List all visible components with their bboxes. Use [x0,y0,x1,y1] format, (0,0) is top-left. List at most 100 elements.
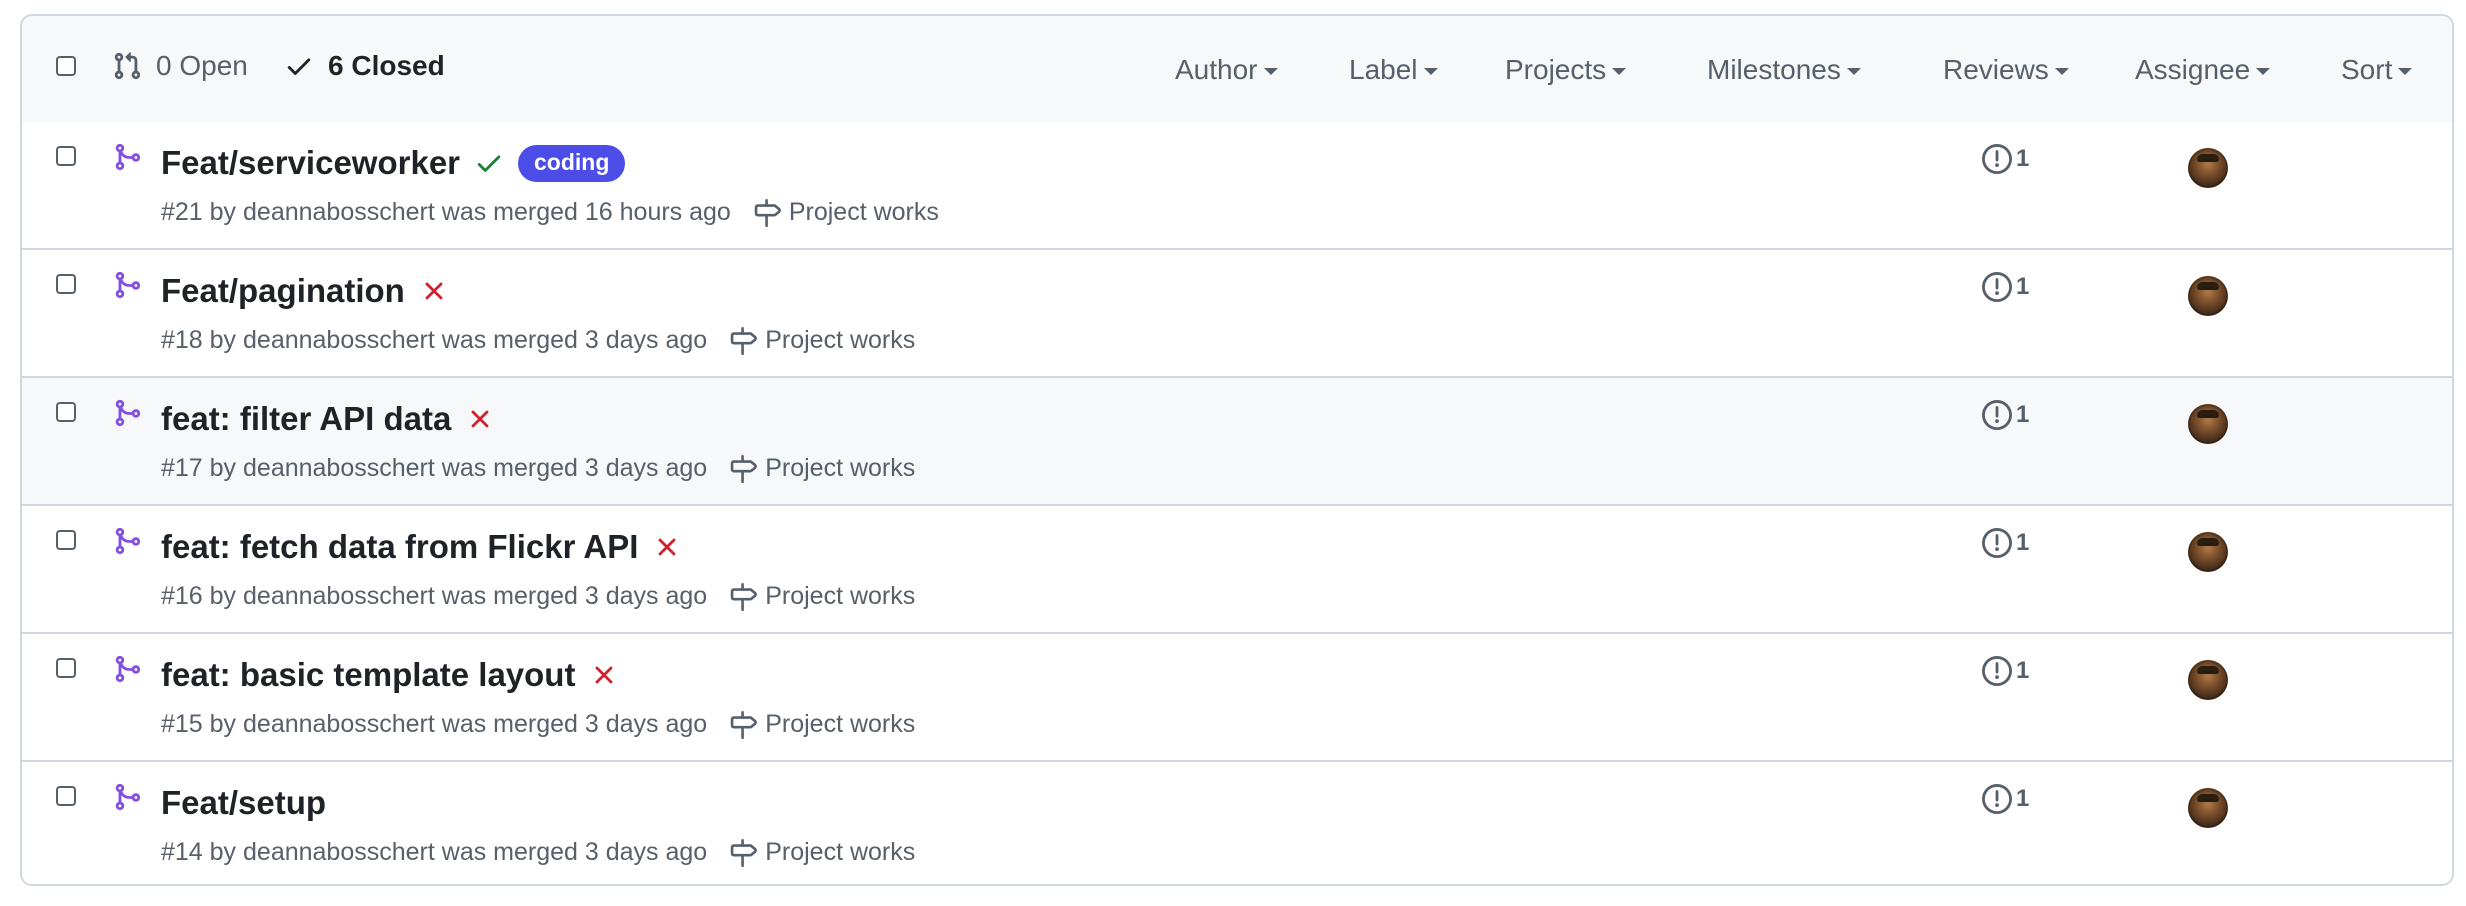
label-filter-label: Label [1349,54,1418,85]
issue-icon [1982,528,2012,558]
milestone-link[interactable]: Project works [729,710,915,739]
milestone-icon [730,326,758,355]
milestone-icon [730,838,758,867]
assignee-avatar[interactable] [2188,276,2228,316]
closed-filter-button[interactable]: 6 Closed [284,50,445,82]
row-checkbox[interactable] [56,402,76,422]
milestone-icon [754,198,781,227]
list-header: 0 Open 6 Closed Author Label Projects Mi… [22,16,2452,124]
pull-request-list: 0 Open 6 Closed Author Label Projects Mi… [20,14,2454,886]
pull-request-meta-text: #15 by deannabosschert was merged 3 days… [161,710,708,738]
check-status-failure-icon[interactable] [589,660,619,690]
linked-issues-count: 1 [2016,529,2030,556]
pull-request-row: Feat/serviceworker coding #21 by deannab… [22,122,2452,250]
pull-request-meta: #16 by deannabosschert was merged 3 days… [161,582,915,611]
assignee-avatar[interactable] [2188,788,2228,828]
open-filter-button[interactable]: 0 Open [112,50,248,82]
issue-icon [1982,272,2012,302]
sort-filter-label: Sort [2341,54,2393,85]
milestone-icon [730,582,758,611]
milestone-link[interactable]: Project works [753,198,939,227]
check-status-success-icon[interactable] [474,148,504,178]
pull-request-meta: #15 by deannabosschert was merged 3 days… [161,710,915,739]
pull-request-title-link[interactable]: Feat/serviceworker [161,144,460,182]
author-filter-label: Author [1175,54,1258,85]
issue-icon [1982,400,2012,430]
linked-issues[interactable]: 1 [1982,400,2029,430]
caret-down-icon [1423,68,1438,75]
milestone-label: Project works [765,838,916,866]
milestones-filter-label: Milestones [1707,54,1841,85]
reviews-filter-label: Reviews [1943,54,2049,85]
reviews-filter[interactable]: Reviews [1943,54,2069,86]
row-checkbox[interactable] [56,530,76,550]
caret-down-icon [2256,68,2271,75]
check-status-failure-icon[interactable] [419,276,449,306]
author-filter[interactable]: Author [1175,54,1278,86]
milestone-link[interactable]: Project works [729,582,915,611]
assignee-filter[interactable]: Assignee [2135,54,2271,86]
merged-icon [115,655,141,683]
caret-down-icon [1263,68,1278,75]
caret-down-icon [2054,68,2069,75]
caret-down-icon [2398,68,2413,75]
pull-request-meta: #17 by deannabosschert was merged 3 days… [161,454,915,483]
caret-down-icon [1846,68,1861,75]
label-filter[interactable]: Label [1349,54,1438,86]
linked-issues-count: 1 [2016,657,2030,684]
assignee-avatar[interactable] [2188,660,2228,700]
pull-request-icon [114,52,141,80]
row-checkbox[interactable] [56,146,76,166]
milestones-filter[interactable]: Milestones [1707,54,1861,86]
assignee-avatar[interactable] [2188,532,2228,572]
pull-request-title-link[interactable]: feat: filter API data [161,400,451,438]
milestone-icon [730,454,758,483]
linked-issues[interactable]: 1 [1982,528,2029,558]
assignee-avatar[interactable] [2188,404,2228,444]
closed-count-label: 6 Closed [328,50,445,81]
projects-filter[interactable]: Projects [1505,54,1627,86]
row-checkbox[interactable] [56,786,76,806]
milestone-link[interactable]: Project works [729,326,915,355]
pull-request-meta: #18 by deannabosschert was merged 3 days… [161,326,915,355]
linked-issues[interactable]: 1 [1982,272,2029,302]
sort-filter[interactable]: Sort [2341,54,2413,86]
milestone-label: Project works [765,710,916,738]
milestone-label: Project works [765,454,916,482]
check-status-failure-icon[interactable] [652,532,682,562]
projects-filter-label: Projects [1505,54,1607,85]
pull-request-title-link[interactable]: feat: fetch data from Flickr API [161,528,638,566]
assignee-avatar[interactable] [2188,148,2228,188]
pull-request-meta-text: #17 by deannabosschert was merged 3 days… [161,454,708,482]
check-status-failure-icon[interactable] [465,404,495,434]
linked-issues-count: 1 [2016,401,2030,428]
pull-request-row: feat: filter API data #17 by deannabossc… [22,378,2452,506]
merged-icon [115,143,141,171]
linked-issues-count: 1 [2016,145,2030,172]
linked-issues-count: 1 [2016,785,2030,812]
milestone-link[interactable]: Project works [729,454,915,483]
row-checkbox[interactable] [56,658,76,678]
issue-icon [1982,656,2012,686]
merged-icon [115,527,141,555]
linked-issues[interactable]: 1 [1982,656,2029,686]
linked-issues[interactable]: 1 [1982,784,2029,814]
label-badge[interactable]: coding [518,144,626,182]
select-all-checkbox[interactable] [56,56,76,76]
milestone-link[interactable]: Project works [729,838,915,867]
pull-request-title-link[interactable]: Feat/pagination [161,272,405,310]
pull-request-title-link[interactable]: feat: basic template layout [161,656,575,694]
row-checkbox[interactable] [56,274,76,294]
pull-request-meta-text: #21 by deannabosschert was merged 16 hou… [161,198,731,226]
open-count-label: 0 Open [156,50,248,81]
pull-request-row: Feat/pagination #18 by deannabosschert w… [22,250,2452,378]
pull-request-meta: #21 by deannabosschert was merged 16 hou… [161,198,939,227]
linked-issues-count: 1 [2016,273,2030,300]
pull-request-row: feat: fetch data from Flickr API #16 by … [22,506,2452,634]
pull-request-title-link[interactable]: Feat/setup [161,784,326,822]
assignee-filter-label: Assignee [2135,54,2251,85]
merged-icon [115,399,141,427]
linked-issues[interactable]: 1 [1982,144,2029,174]
milestone-label: Project works [765,326,916,354]
milestone-label: Project works [765,582,916,610]
